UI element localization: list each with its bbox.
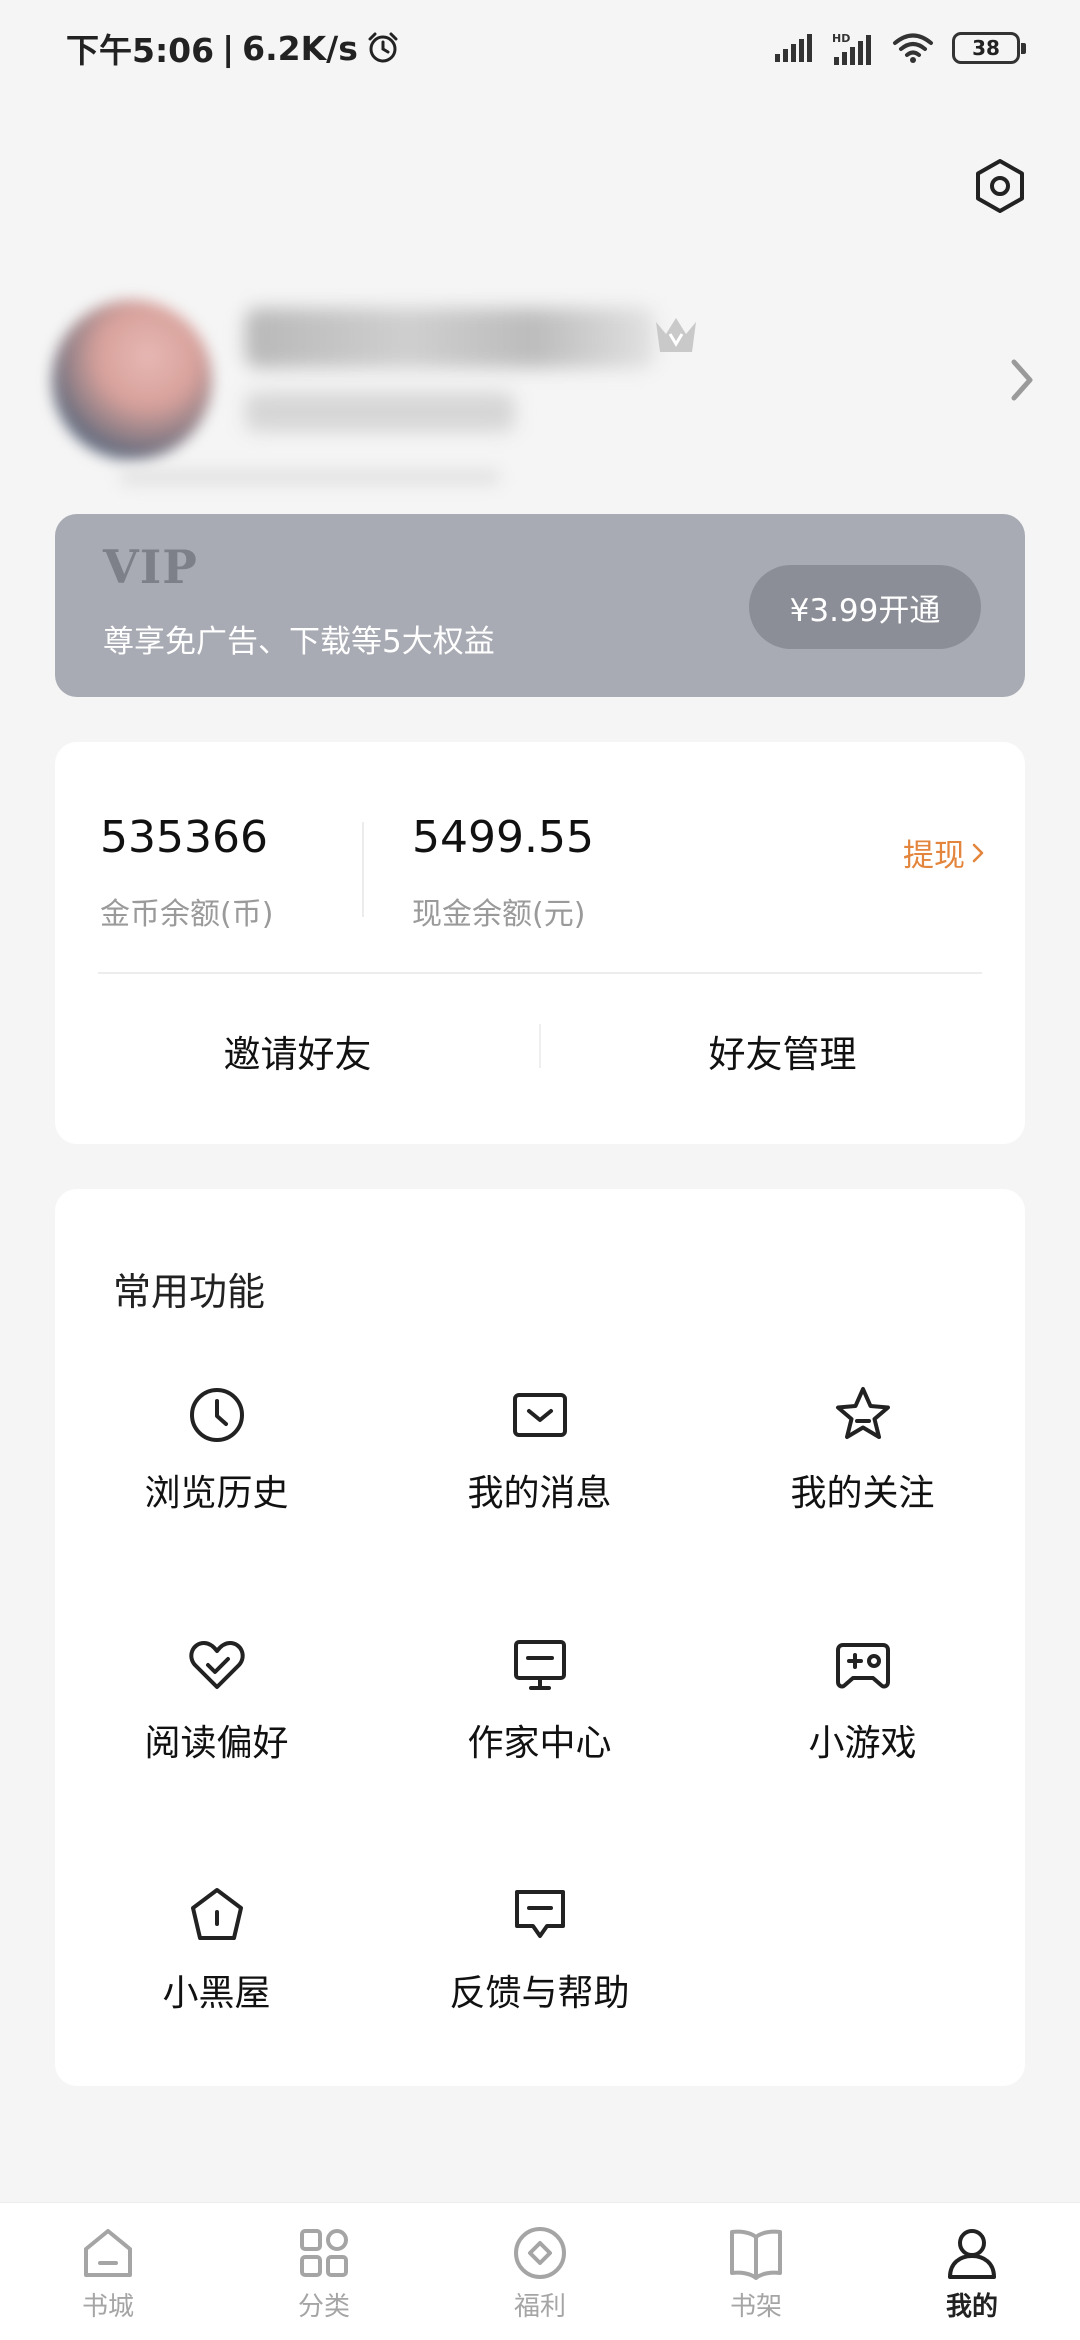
function-label: 阅读偏好 — [144, 1723, 289, 1764]
alarm-icon — [368, 32, 398, 63]
heart-check-icon — [188, 1641, 245, 1689]
cash-balance-value: 5499.55 — [412, 812, 594, 863]
function-browse-history[interactable]: 浏览历史 — [55, 1382, 378, 1542]
tab-mine[interactable]: 我的 — [864, 2203, 1080, 2340]
function-my-messages[interactable]: 我的消息 — [378, 1382, 701, 1542]
tab-label: 书城 — [81, 2292, 134, 2322]
function-reading-preference[interactable]: 阅读偏好 — [55, 1632, 378, 1792]
function-label: 我的消息 — [467, 1473, 612, 1514]
home-icon — [84, 2229, 132, 2277]
vip-logo: VIP — [103, 540, 198, 594]
user-icon — [948, 2229, 996, 2279]
section-title: 常用功能 — [113, 1270, 266, 1314]
function-label: 反馈与帮助 — [449, 1973, 630, 2014]
signal-icon — [775, 34, 812, 62]
tab-category[interactable]: 分类 — [216, 2203, 432, 2340]
function-label: 小游戏 — [808, 1723, 917, 1764]
tab-bookshelf[interactable]: 书架 — [648, 2203, 864, 2340]
tab-label: 书架 — [729, 2292, 782, 2322]
wifi-icon — [893, 33, 933, 63]
coin-balance-value: 535366 — [100, 812, 268, 863]
tab-welfare[interactable]: 福利 — [432, 2203, 648, 2340]
chevron-right-icon[interactable] — [1002, 352, 1042, 408]
battery-icon: 38 — [952, 32, 1026, 64]
status-separator: | — [222, 28, 235, 68]
vip-open-button[interactable]: ¥3.99开通 — [749, 565, 981, 649]
hd-signal-icon: HD — [832, 32, 871, 65]
status-left: 下午5:06 | 6.2K/s — [66, 24, 400, 72]
monitor-icon — [513, 1640, 566, 1690]
function-label: 作家中心 — [467, 1723, 612, 1764]
coin-balance-label: 金币余额(币) — [100, 897, 274, 932]
function-label: 浏览历史 — [144, 1473, 289, 1514]
clock-icon — [189, 1388, 244, 1442]
balance-divider — [362, 822, 364, 917]
svg-text:HD: HD — [832, 32, 850, 45]
grid-icon — [300, 2229, 348, 2277]
invite-friends-button[interactable]: 邀请好友 — [55, 1024, 540, 1078]
function-feedback-help[interactable]: 反馈与帮助 — [378, 1882, 701, 2042]
function-blackroom[interactable]: 小黑屋 — [55, 1882, 378, 2042]
status-bar: 下午5:06 | 6.2K/s HD 38 — [0, 0, 1080, 96]
house-icon — [190, 1888, 243, 1940]
function-label: 我的关注 — [790, 1473, 935, 1514]
vip-card[interactable]: VIP 尊享免广告、下载等5大权益 ¥3.99开通 — [55, 514, 1025, 697]
function-writer-center[interactable]: 作家中心 — [378, 1632, 701, 1792]
bottom-tab-bar: 书城 分类 福利 书架 我的 — [0, 2202, 1080, 2340]
cash-balance-label: 现金余额(元) — [412, 897, 586, 932]
function-mini-games[interactable]: 小游戏 — [701, 1632, 1024, 1792]
vip-description: 尊享免广告、下载等5大权益 — [103, 624, 495, 660]
gamepad-icon — [835, 1643, 890, 1689]
chevron-right-small-icon — [972, 843, 984, 862]
settings-hex-icon[interactable] — [972, 158, 1028, 214]
withdraw-label: 提现 — [903, 838, 965, 874]
star-icon — [835, 1387, 890, 1439]
manage-friends-button[interactable]: 好友管理 — [540, 1024, 1025, 1078]
avatar[interactable] — [52, 300, 212, 460]
feedback-icon — [514, 1890, 565, 1938]
tab-label: 我的 — [945, 2292, 998, 2322]
function-my-follows[interactable]: 我的关注 — [701, 1382, 1024, 1542]
common-functions-card: 常用功能 浏览历史 我的消息 我的关注 阅读偏好 作家中心 小游戏 小黑屋 反馈… — [55, 1189, 1025, 2086]
wallet-divider — [98, 972, 982, 974]
cash-balance[interactable]: 5499.55 现金余额(元) — [412, 812, 594, 933]
message-icon — [512, 1393, 567, 1437]
crown-icon — [656, 318, 696, 352]
book-icon — [730, 2229, 782, 2280]
coin-icon — [514, 2227, 566, 2279]
username-blurred — [245, 308, 655, 368]
user-id-blurred — [245, 392, 515, 432]
tab-bookstore[interactable]: 书城 — [0, 2203, 216, 2340]
status-right: HD 38 — [774, 31, 1026, 65]
withdraw-link[interactable]: 提现 — [903, 830, 985, 875]
status-time: 下午5:06 — [66, 31, 215, 70]
coin-balance[interactable]: 535366 金币余额(币) — [100, 812, 273, 933]
wallet-card: 535366 金币余额(币) 5499.55 现金余额(元) 提现 邀请好友 好… — [55, 742, 1025, 1144]
status-speed: 6.2K/s — [242, 28, 358, 68]
profile-header[interactable] — [0, 280, 1080, 484]
tab-label: 福利 — [513, 2292, 566, 2322]
tab-label: 分类 — [297, 2292, 350, 2322]
user-extra-blurred — [120, 470, 500, 484]
battery-level: 38 — [972, 36, 1000, 60]
function-label: 小黑屋 — [162, 1973, 271, 2014]
